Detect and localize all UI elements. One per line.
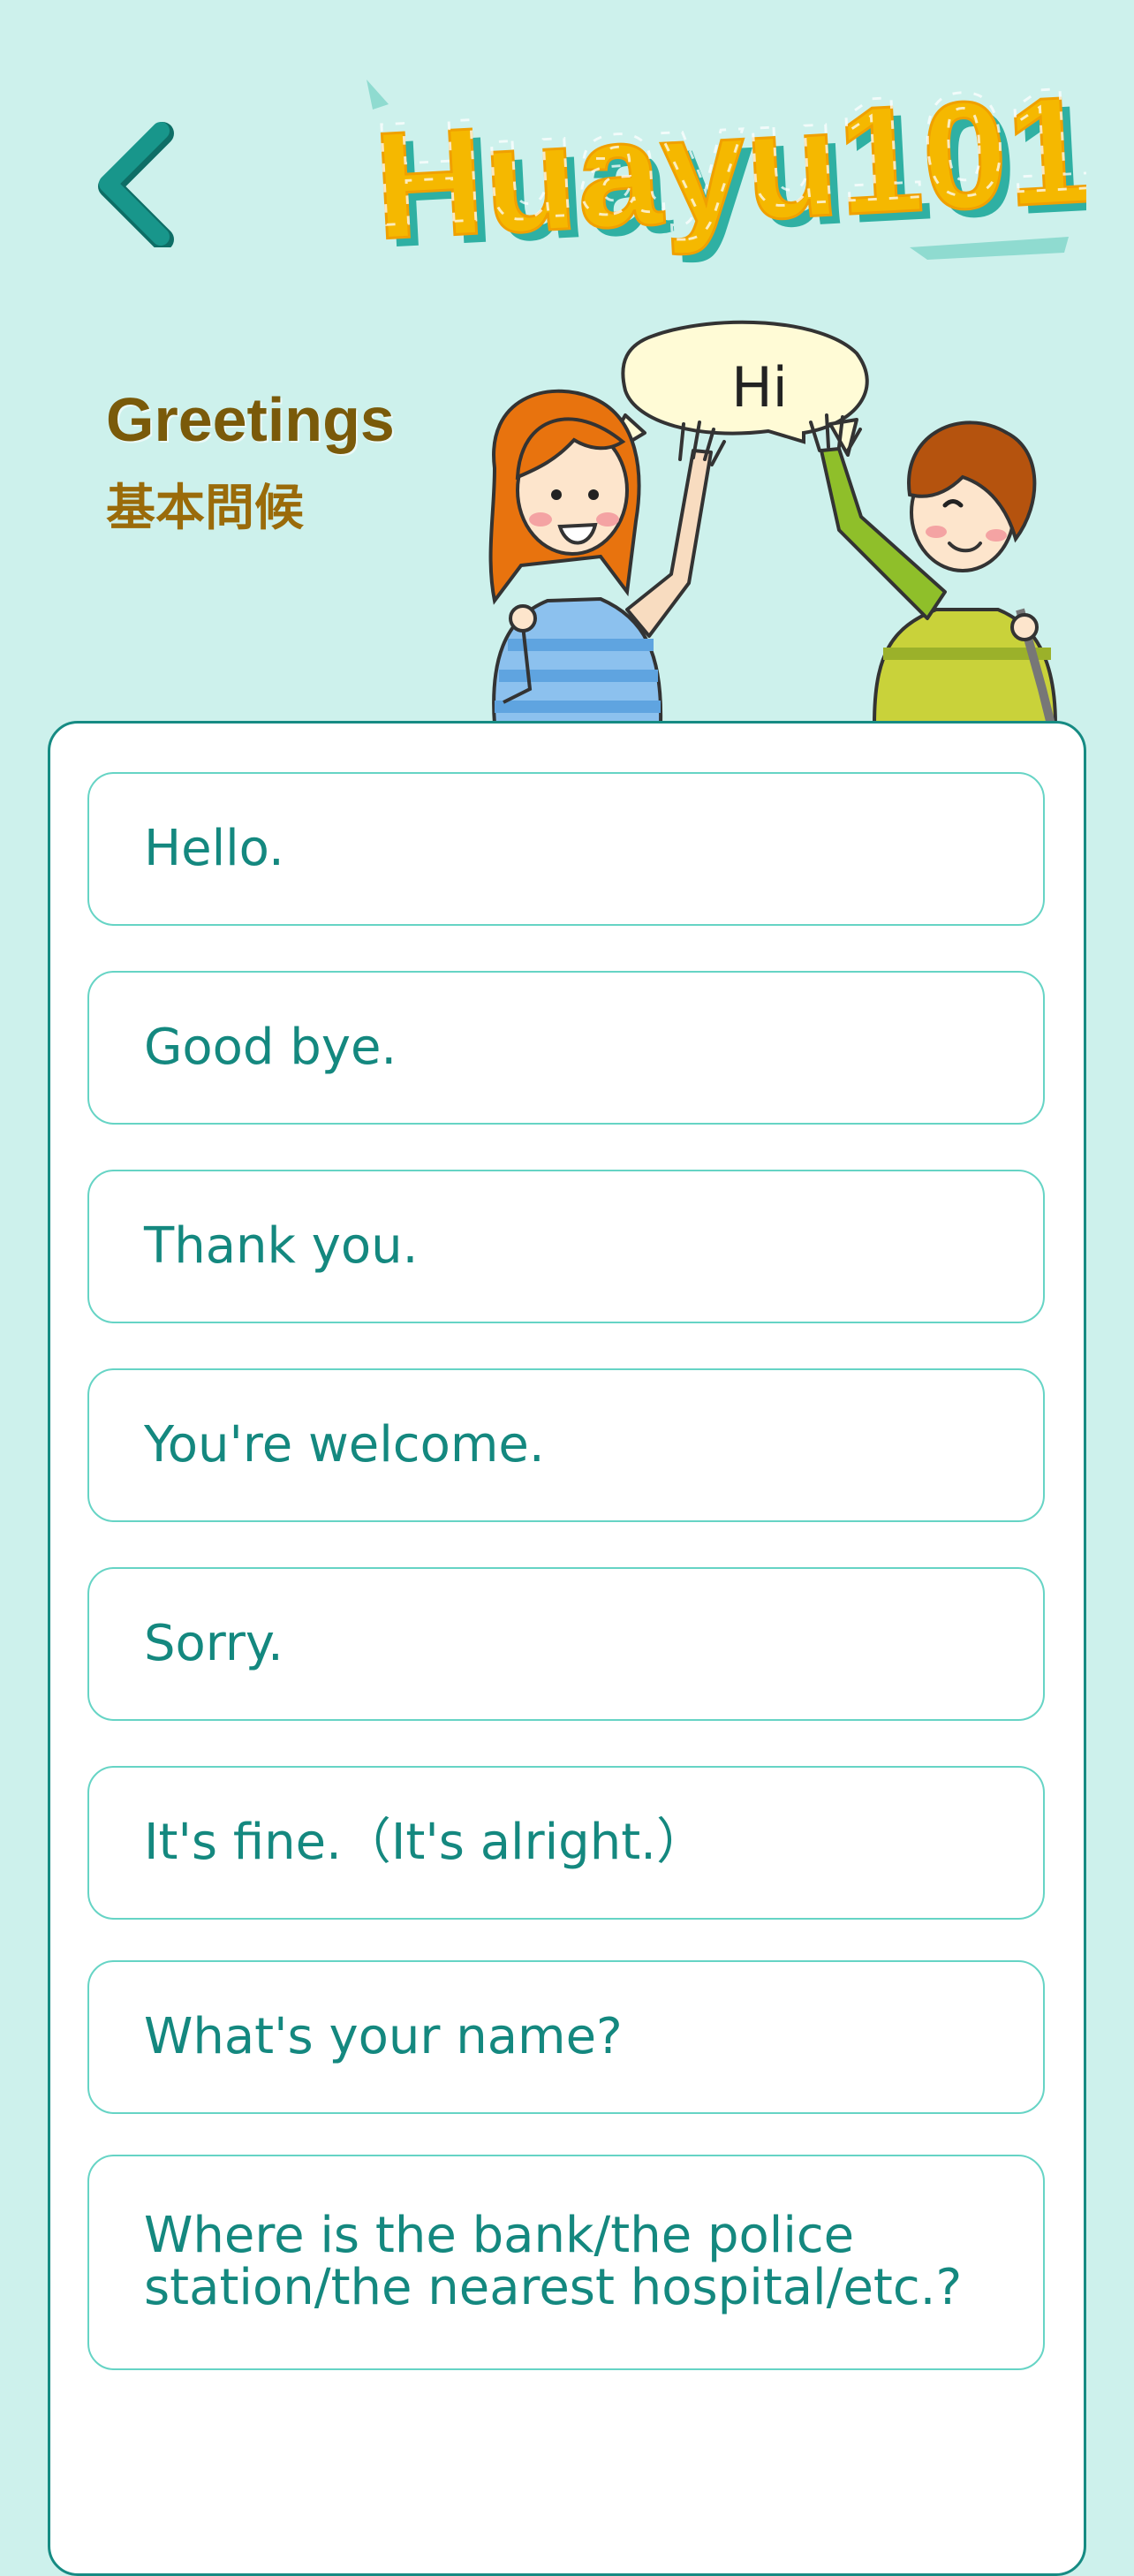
girl-figure <box>488 389 726 724</box>
phrase-item-whats-your-name[interactable]: What's your name? <box>87 1960 1045 2114</box>
phrase-item-where-is[interactable]: Where is the bank/the police station/the… <box>87 2155 1045 2370</box>
title-block: Greetings 基本問候 <box>106 389 395 534</box>
speech-bubble-text: Hi <box>731 355 788 420</box>
boy-figure <box>809 413 1058 724</box>
phrase-list-card: Hello. Good bye. Thank you. You're welco… <box>48 721 1086 2576</box>
phrase-item-hello[interactable]: Hello. <box>87 772 1045 926</box>
chevron-left-icon <box>98 122 174 247</box>
page-subtitle: 基本問候 <box>106 480 304 537</box>
back-button[interactable] <box>88 115 185 247</box>
phrase-item-good-bye[interactable]: Good bye. <box>87 971 1045 1125</box>
greeting-illustration: Hi <box>488 320 1058 724</box>
phrase-item-thank-you[interactable]: Thank you. <box>87 1170 1045 1323</box>
phrase-item-its-fine[interactable]: It's fine.（It's alright.） <box>87 1766 1045 1920</box>
app-logo: Huayu101 Huayu101 Huayu101 <box>367 62 1086 280</box>
phrase-item-youre-welcome[interactable]: You're welcome. <box>87 1368 1045 1522</box>
phrase-item-sorry[interactable]: Sorry. <box>87 1567 1045 1721</box>
page-title: Greetings <box>106 385 395 454</box>
